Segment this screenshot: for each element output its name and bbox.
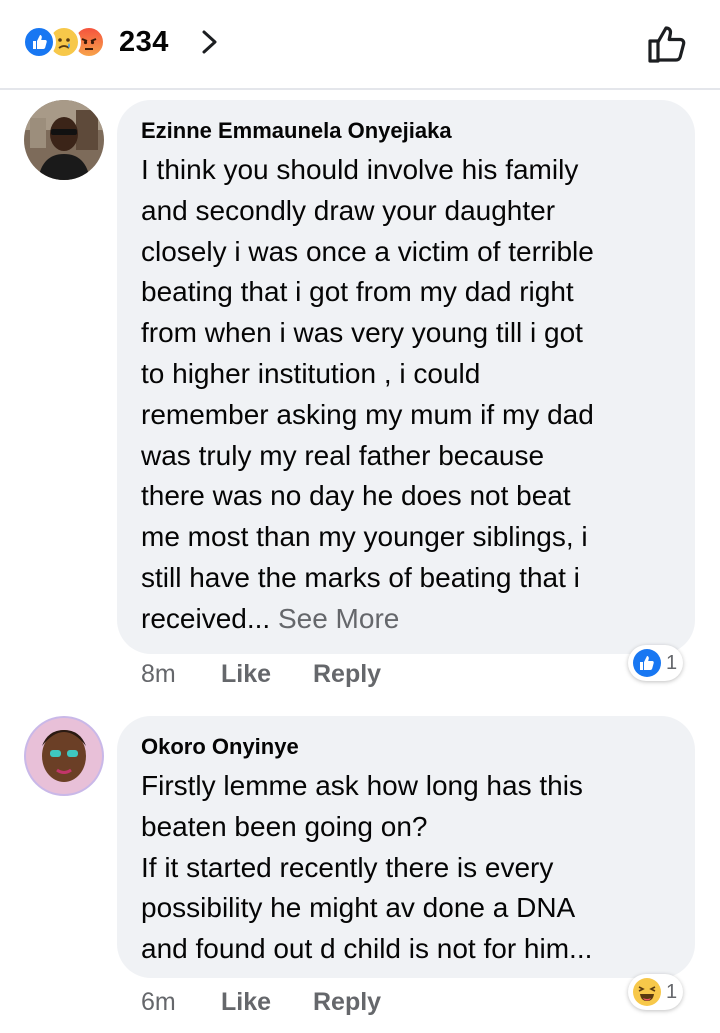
chevron-right-icon[interactable] bbox=[201, 29, 219, 55]
comment-text: Firstly lemme ask how long has this beat… bbox=[141, 766, 592, 970]
avatar[interactable] bbox=[24, 100, 104, 180]
comment-line: still have the marks of beating that i bbox=[141, 561, 580, 593]
reply-button[interactable]: Reply bbox=[313, 988, 381, 1017]
comment-actions: 6m Like Reply bbox=[141, 988, 381, 1017]
comment-line: beating that i got from my dad right bbox=[141, 276, 574, 308]
comment-author[interactable]: Okoro Onyinye bbox=[141, 734, 299, 760]
like-reaction-icon bbox=[22, 25, 56, 59]
like-thumb-icon[interactable] bbox=[646, 22, 690, 66]
comment-line: remember asking my mum if my dad bbox=[141, 398, 594, 430]
haha-reaction-icon bbox=[633, 978, 661, 1006]
comment-line: possibility he might av done a DNA bbox=[141, 892, 576, 924]
reaction-count: 1 bbox=[666, 651, 678, 674]
comment-reaction-badge[interactable]: 1 bbox=[628, 974, 684, 1010]
comment-timestamp[interactable]: 6m bbox=[141, 988, 221, 1017]
comment-timestamp[interactable]: 8m bbox=[141, 660, 221, 689]
truncated-text: received... bbox=[141, 602, 271, 634]
comment-bubble: Okoro Onyinye Firstly lemme ask how long… bbox=[117, 716, 695, 978]
comment-line: there was no day he does not beat bbox=[141, 480, 571, 512]
avatar[interactable] bbox=[24, 716, 104, 796]
comment-line: Firstly lemme ask how long has this bbox=[141, 770, 583, 801]
comment-line: beaten been going on? bbox=[141, 810, 428, 842]
comment-line: me most than my younger siblings, i bbox=[141, 521, 588, 553]
comment-line-last: received... See More bbox=[141, 599, 594, 640]
reaction-summary[interactable]: 234 bbox=[22, 24, 169, 60]
comment-line: I think you should involve his family bbox=[141, 154, 579, 185]
comment-line: and found out d child is not for him... bbox=[141, 933, 593, 965]
reactions-header: 234 bbox=[0, 0, 720, 90]
comment-bubble: Ezinne Emmaunela Onyejiaka I think you s… bbox=[117, 100, 695, 654]
comment-author[interactable]: Ezinne Emmaunela Onyejiaka bbox=[141, 118, 452, 144]
comment-text: I think you should involve his family an… bbox=[141, 150, 594, 640]
comment-reaction-badge[interactable]: 1 bbox=[628, 645, 684, 681]
reaction-count: 1 bbox=[666, 980, 678, 1003]
like-button[interactable]: Like bbox=[221, 660, 313, 689]
comment-line: was truly my real father because bbox=[141, 439, 545, 471]
comment-line: to higher institution , i could bbox=[141, 357, 481, 389]
comment-line: If it started recently there is every bbox=[141, 851, 554, 883]
comment-line: and secondly draw your daughter bbox=[141, 194, 556, 226]
comment-actions: 8m Like Reply bbox=[141, 660, 381, 689]
like-button[interactable]: Like bbox=[221, 988, 313, 1017]
comment-line: closely i was once a victim of terrible bbox=[141, 235, 594, 267]
comment-line: from when i was very young till i got bbox=[141, 317, 583, 349]
like-reaction-icon bbox=[633, 649, 661, 677]
reply-button[interactable]: Reply bbox=[313, 660, 381, 689]
reaction-count: 234 bbox=[119, 25, 169, 58]
see-more-link[interactable]: See More bbox=[278, 603, 399, 634]
